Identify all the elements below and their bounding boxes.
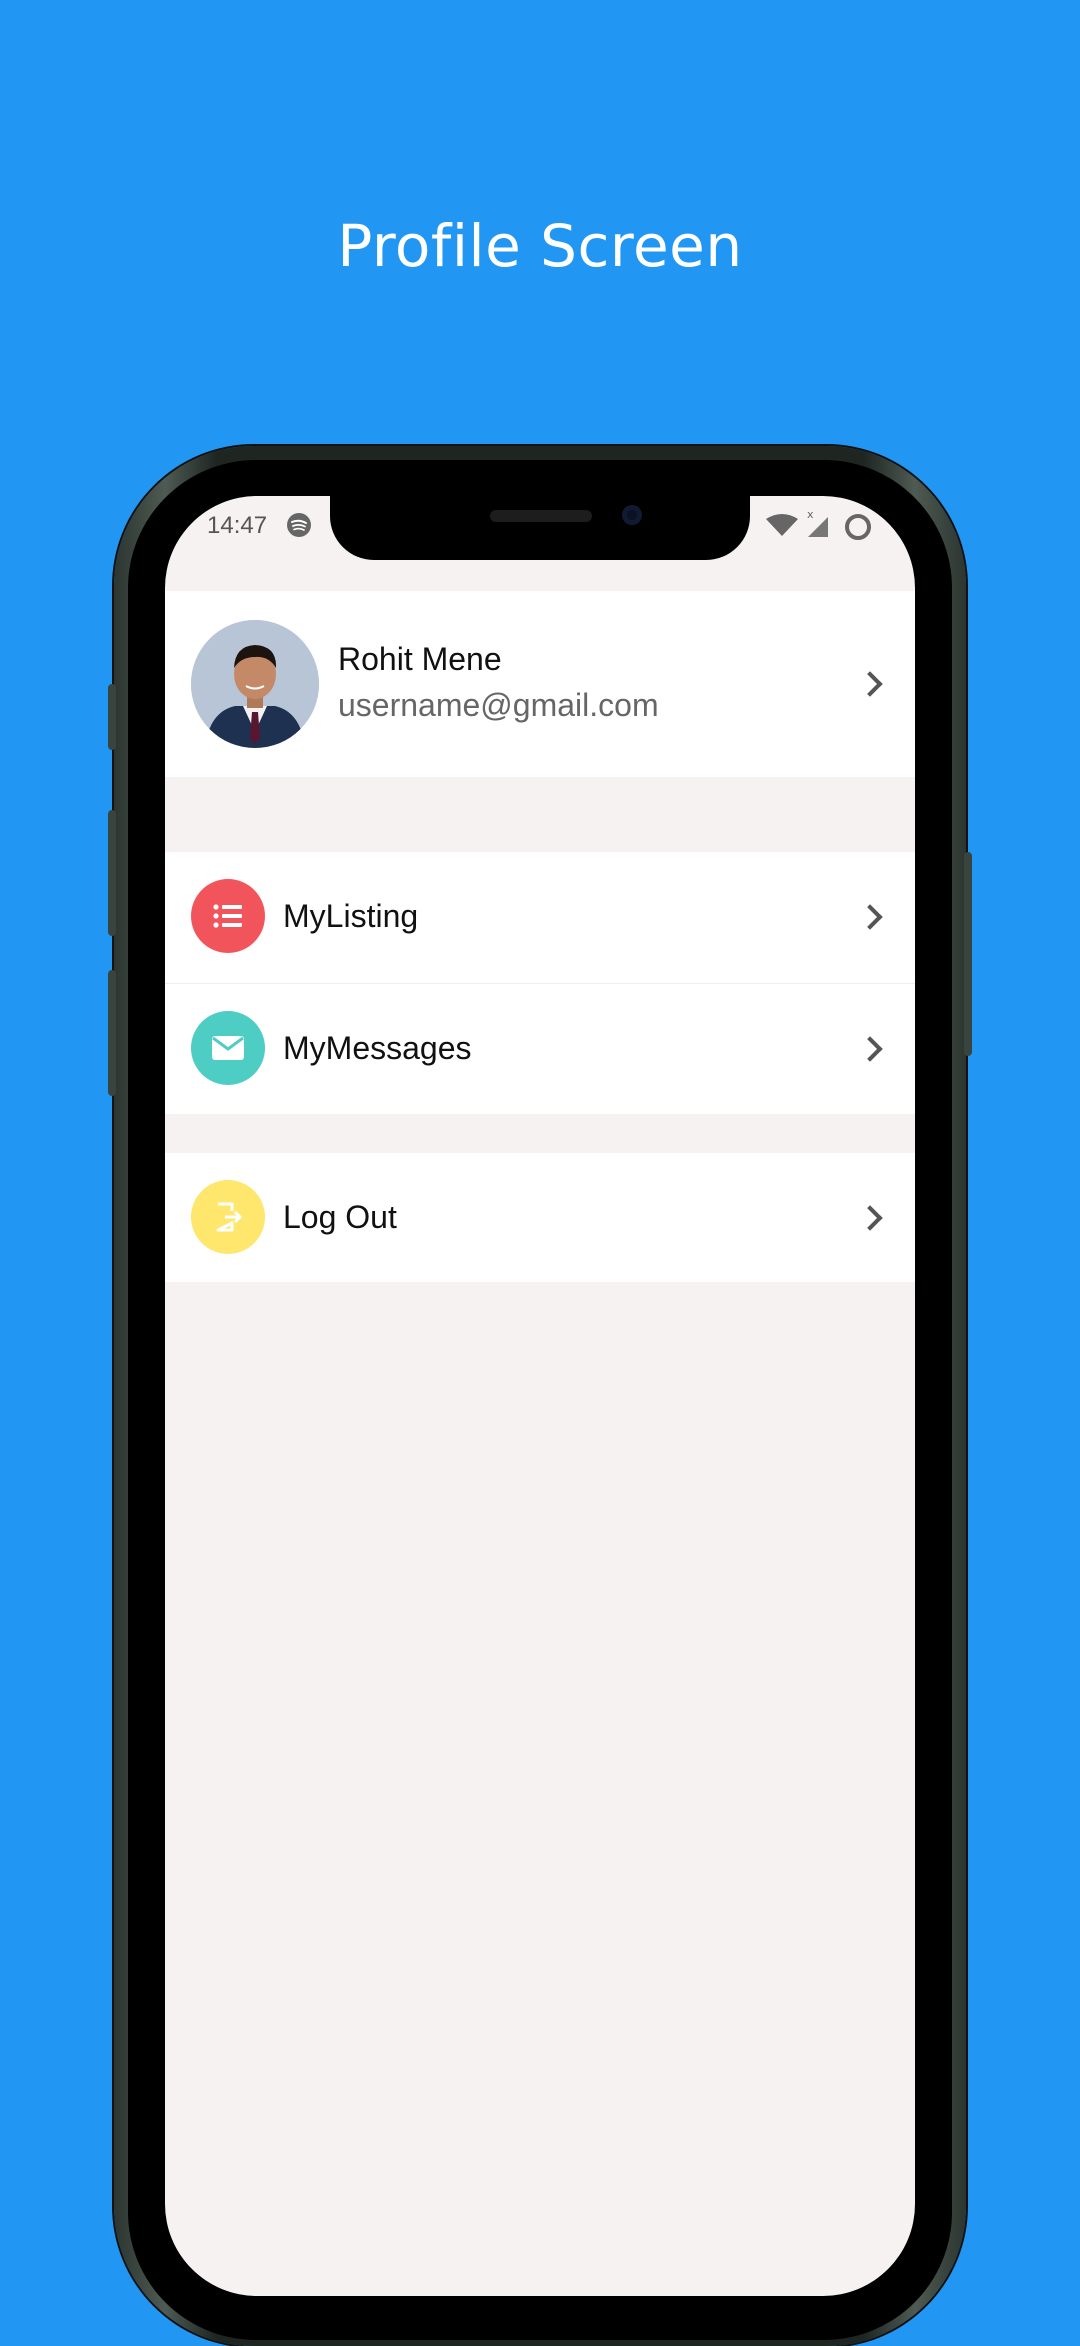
menu-item-mymessages[interactable]: MyMessages [165, 984, 915, 1114]
menu-group: MyListing MyMessages [165, 852, 915, 1114]
spotify-icon [286, 512, 312, 543]
menu-item-mylisting[interactable]: MyListing [165, 852, 915, 982]
front-camera [622, 505, 642, 525]
speaker-grill [490, 510, 592, 522]
profile-card[interactable]: Rohit Mene username@gmail.com [165, 591, 915, 777]
status-time: 14:47 [207, 512, 268, 539]
svg-text:x: x [807, 509, 814, 521]
list-icon [191, 879, 265, 953]
menu-item-label: MyMessages [283, 1030, 472, 1066]
phone-power-button [964, 852, 972, 1056]
chevron-right-icon [857, 1036, 883, 1062]
profile-name: Rohit Mene [338, 641, 502, 677]
phone-side-button [108, 970, 116, 1096]
avatar-photo [191, 620, 319, 748]
phone-side-button [108, 684, 116, 750]
menu-item-label: MyListing [283, 898, 419, 934]
signal-icon: x [804, 508, 832, 544]
wifi-icon [765, 513, 799, 542]
menu-group: Log Out [165, 1153, 915, 1282]
battery-saver-icon [843, 512, 873, 547]
mail-icon [191, 1011, 265, 1085]
menu-item-label: Log Out [283, 1199, 397, 1235]
phone-notch [330, 496, 750, 560]
profile-email: username@gmail.com [338, 687, 659, 723]
chevron-right-icon [857, 904, 883, 930]
chevron-right-icon [857, 1205, 883, 1231]
avatar [191, 620, 319, 748]
chevron-right-icon [857, 671, 883, 697]
logout-icon [191, 1180, 265, 1254]
phone-side-button [108, 810, 116, 936]
menu-item-logout[interactable]: Log Out [165, 1153, 915, 1283]
promo-title: Profile Screen [337, 212, 743, 280]
